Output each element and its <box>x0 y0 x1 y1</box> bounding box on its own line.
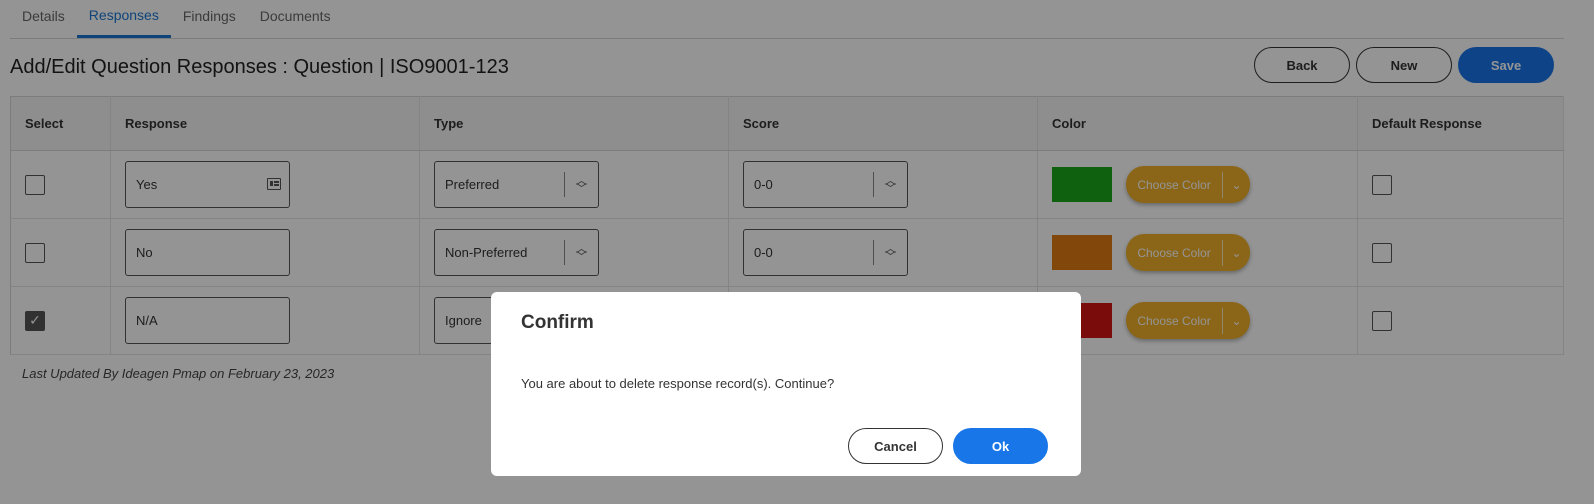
dialog-actions: Cancel Ok <box>848 428 1048 464</box>
ok-button[interactable]: Ok <box>953 428 1048 464</box>
cancel-button[interactable]: Cancel <box>848 428 943 464</box>
confirm-dialog: Confirm You are about to delete response… <box>491 292 1081 476</box>
dialog-title: Confirm <box>521 312 594 333</box>
dialog-message: You are about to delete response record(… <box>521 376 835 391</box>
